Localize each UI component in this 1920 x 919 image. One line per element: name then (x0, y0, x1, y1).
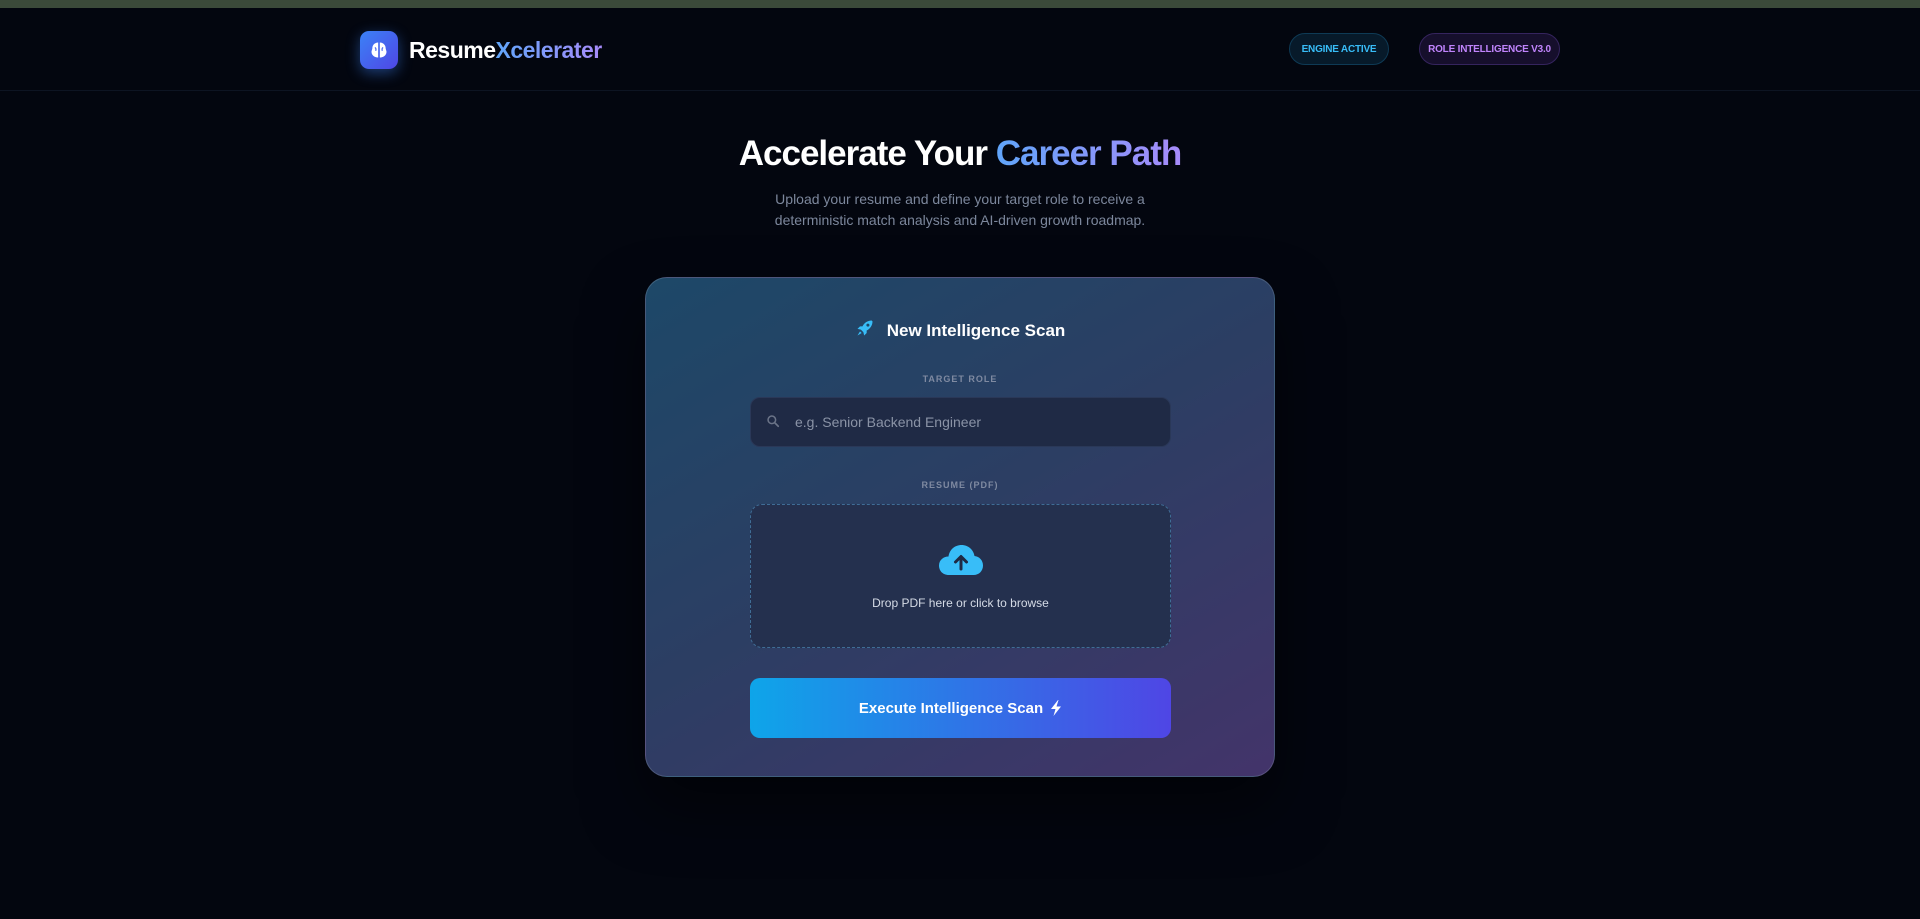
execute-scan-label: Execute Intelligence Scan (858, 699, 1044, 717)
target-role-input[interactable] (795, 398, 1165, 446)
version-badge: ROLE INTELLIGENCE V3.0 (1419, 33, 1560, 65)
cloud-upload-icon (938, 543, 984, 582)
brand-name: ResumeXcelerater (409, 36, 602, 63)
top-accent-strip (0, 0, 1920, 8)
scan-card-title: New Intelligence Scan (886, 320, 1066, 340)
page-title-main: Accelerate Your (738, 134, 996, 173)
target-role-label: TARGET ROLE (922, 374, 998, 384)
lightning-bolt-icon (1051, 700, 1062, 716)
resume-label: RESUME (PDF) (921, 480, 999, 490)
scan-card: New Intelligence Scan TARGET ROLE RESUME… (645, 277, 1275, 777)
brand[interactable]: ResumeXcelerater (360, 31, 602, 69)
page-title: Accelerate Your Career Path (0, 134, 1920, 174)
target-role-field[interactable] (750, 397, 1171, 447)
page-subtitle: Upload your resume and define your targe… (774, 191, 1146, 228)
brain-icon (360, 31, 398, 69)
resume-dropzone[interactable]: Drop PDF here or click to browse (750, 504, 1171, 648)
brand-name-part2: Xcelerater (495, 36, 602, 63)
rocket-icon (855, 318, 875, 343)
search-icon (766, 414, 780, 433)
dropzone-text: Drop PDF here or click to browse (872, 596, 1049, 610)
engine-status-badge: ENGINE ACTIVE (1289, 33, 1389, 65)
page-title-accent: Career Path (995, 134, 1182, 173)
top-navbar: ResumeXcelerater ENGINE ACTIVE ROLE INTE… (0, 8, 1920, 91)
brand-name-part1: Resume (409, 36, 496, 63)
execute-scan-button[interactable]: Execute Intelligence Scan (750, 678, 1171, 738)
scan-card-header: New Intelligence Scan (646, 318, 1274, 343)
